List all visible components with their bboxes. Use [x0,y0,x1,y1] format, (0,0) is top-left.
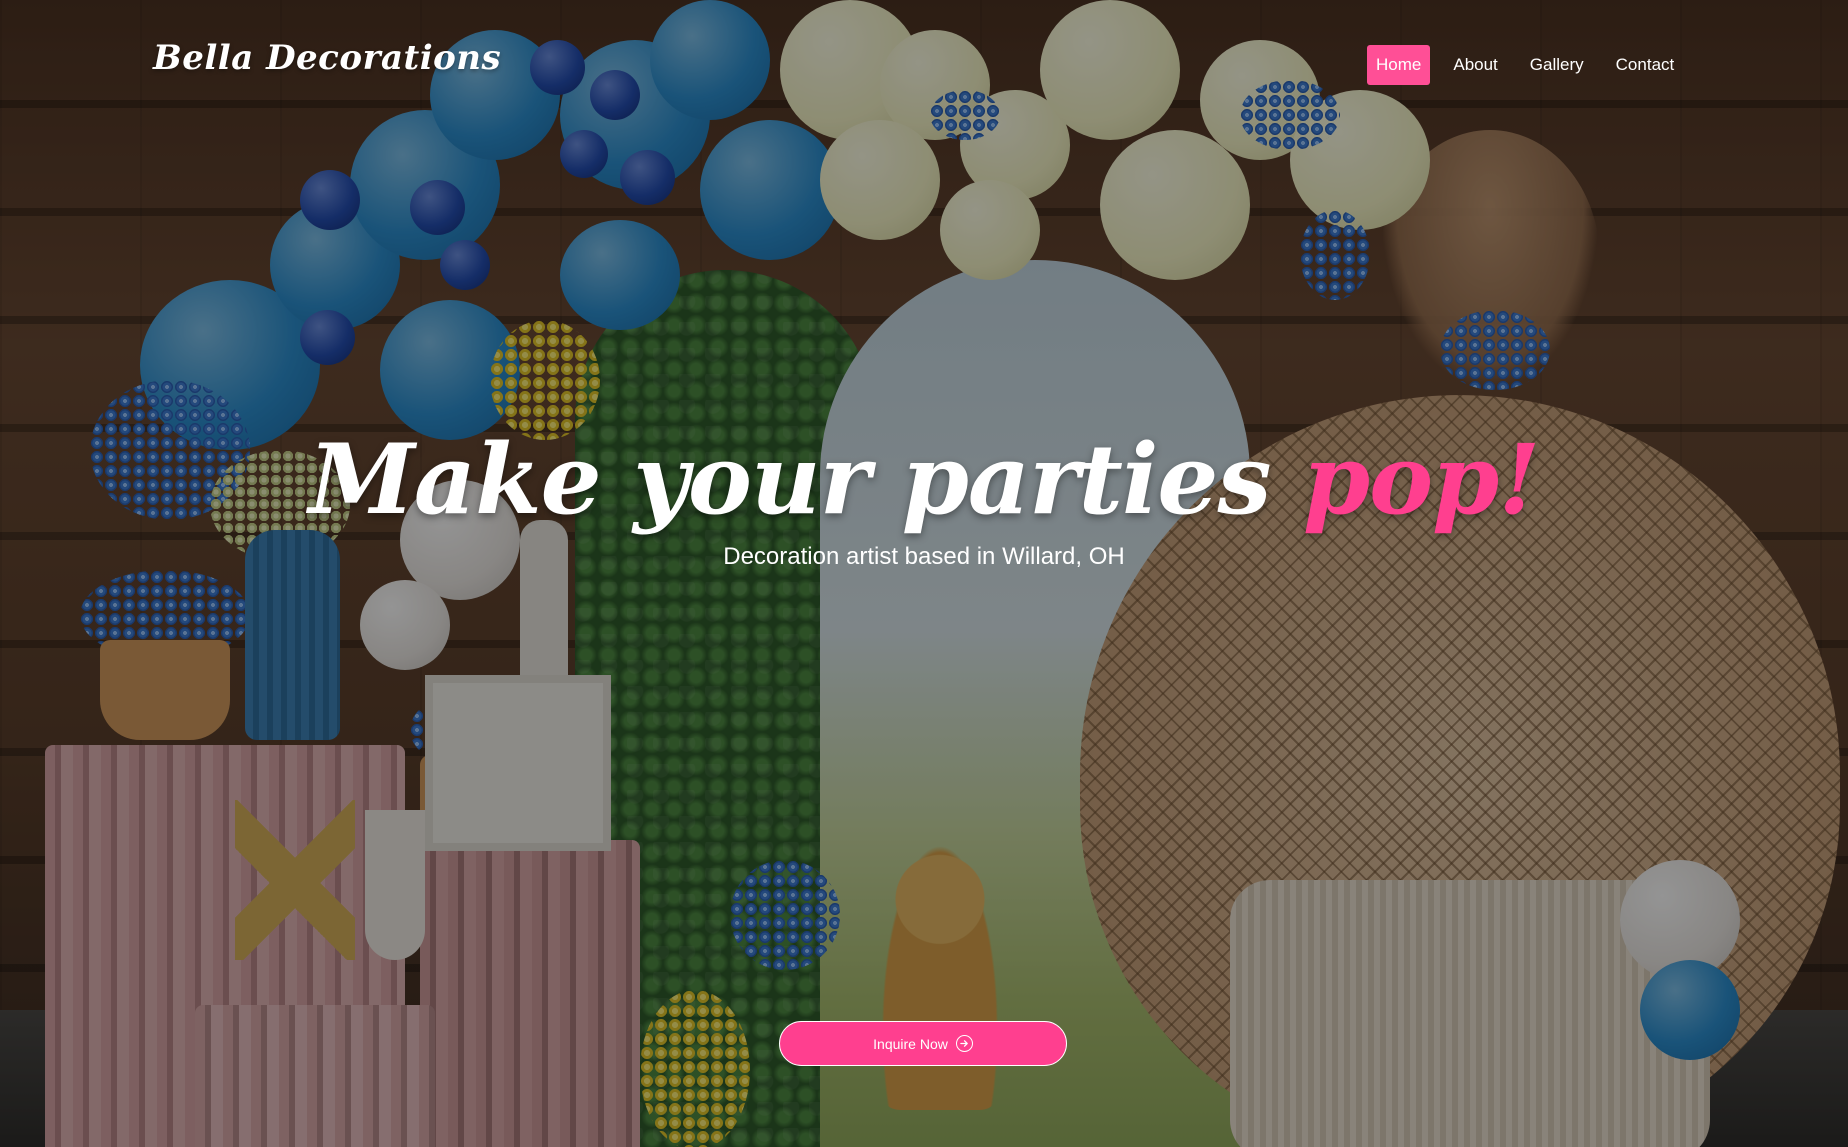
hero-section: Make your parties pop! Decoration artist… [0,429,1848,571]
main-nav: Home About Gallery Contact [1367,45,1683,85]
site-header: Bella Decorations Home About Gallery Con… [0,0,1848,130]
nav-contact[interactable]: Contact [1607,45,1684,85]
hero-background [0,0,1848,1147]
cta-label: Inquire Now [873,1035,948,1052]
arrow-right-circle-icon [955,1035,973,1052]
dark-overlay [0,0,1848,1147]
nav-home[interactable]: Home [1367,45,1431,85]
headline-main: Make your parties [308,423,1272,536]
brand-logo[interactable]: Bella Decorations [153,38,501,78]
inquire-now-button[interactable]: Inquire Now [779,1021,1067,1066]
hero-headline: Make your parties pop! [0,429,1848,531]
nav-about[interactable]: About [1444,45,1506,85]
headline-accent: pop! [1302,423,1540,536]
hero-subheadline: Decoration artist based in Willard, OH [723,542,1125,570]
nav-gallery[interactable]: Gallery [1521,45,1593,85]
